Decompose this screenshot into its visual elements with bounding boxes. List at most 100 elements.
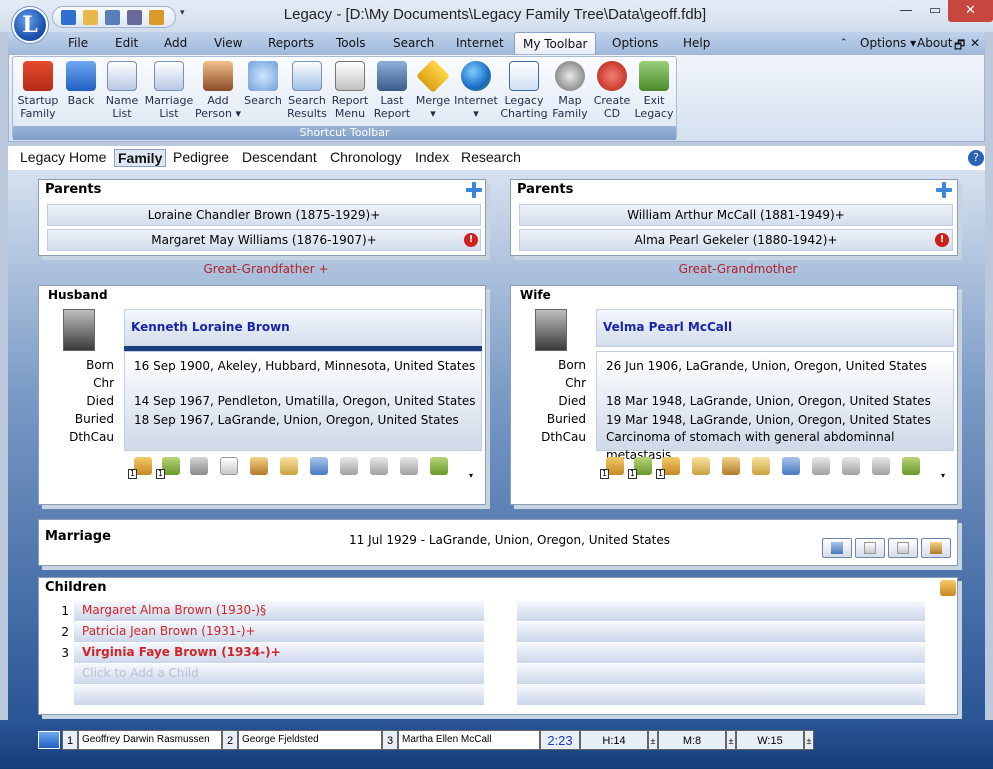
wife-buried-value: 19 Mar 1948, LaGrande, Union, Oregon, Un…	[606, 413, 931, 427]
husband-events-box[interactable]: 16 Sep 1900, Akeley, Hubbard, Minnesota,…	[124, 351, 482, 451]
minimize-button[interactable]: —	[890, 0, 922, 24]
inner-close-icon[interactable]: ✕	[970, 36, 980, 50]
menu-help[interactable]: Help	[683, 36, 710, 50]
menu-edit[interactable]: Edit	[115, 36, 138, 50]
back-button[interactable]: Back	[61, 61, 101, 125]
clock: 2:23	[540, 730, 580, 750]
pictures-icon[interactable]	[250, 457, 268, 475]
wife-events-box[interactable]: 26 Jun 1906, LaGrande, Union, Oregon, Un…	[596, 351, 954, 462]
tab-descendant[interactable]: Descendant	[239, 149, 320, 165]
tab-research[interactable]: Research	[458, 149, 524, 165]
husband-panel: Husband Kenneth Loraine Brown 16 Sep 190…	[38, 285, 486, 505]
legacy-logo-icon[interactable]: L	[12, 7, 48, 43]
map-family-button[interactable]: Map Family	[549, 61, 591, 125]
marriage-event[interactable]: 11 Jul 1929 - LaGrande, Union, Oregon, U…	[349, 533, 670, 547]
marriage-sources-button[interactable]	[822, 538, 852, 558]
last-report-button[interactable]: Last Report	[371, 61, 413, 125]
menu-add[interactable]: Add	[164, 36, 187, 50]
wife-name[interactable]: Velma Pearl McCall	[596, 309, 954, 347]
husband-died-value: 14 Sep 1967, Pendleton, Umatilla, Oregon…	[134, 394, 476, 408]
wife-photo[interactable]	[535, 309, 567, 351]
warning-icon[interactable]: !	[935, 233, 949, 247]
sources-icon[interactable]	[310, 457, 328, 475]
exit-legacy-button[interactable]: Exit Legacy	[633, 61, 675, 125]
search-button[interactable]: Search	[241, 61, 285, 125]
marriage-pictures-button[interactable]	[921, 538, 951, 558]
siblings-icon[interactable]	[190, 457, 208, 475]
tab-chronology[interactable]: Chronology	[327, 149, 405, 165]
to-do-icon[interactable]	[400, 457, 418, 475]
qat-dropdown-icon[interactable]: ▾	[180, 8, 185, 18]
children-options-icon[interactable]	[940, 580, 956, 596]
more-icons-dropdown[interactable]: ▾	[941, 471, 945, 480]
add-parents-icon[interactable]	[936, 182, 952, 198]
report-menu-button[interactable]: Report Menu	[329, 61, 371, 125]
right-options-menu[interactable]: Options ▾	[860, 36, 916, 50]
siblings-count-badge: 1	[656, 469, 666, 479]
addresses-icon[interactable]	[842, 457, 860, 475]
merge-button[interactable]: Merge ▾	[413, 59, 453, 125]
startup-family-button[interactable]: Startup Family	[15, 61, 61, 125]
person-info-icon[interactable]	[430, 457, 448, 475]
name-list-button[interactable]: Name List	[101, 61, 143, 125]
child-row-2[interactable]: Patricia Jean Brown (1931-)+	[74, 622, 484, 642]
menu-reports[interactable]: Reports	[268, 36, 314, 50]
back-icon[interactable]	[61, 10, 76, 25]
person-info-icon[interactable]	[902, 457, 920, 475]
bookmark-2[interactable]: George Fjeldsted	[238, 730, 382, 750]
addresses-icon[interactable]	[370, 457, 388, 475]
to-do-icon[interactable]	[872, 457, 890, 475]
maximize-button[interactable]: ▭	[922, 0, 948, 24]
collapse-ribbon-icon[interactable]: ⌃	[840, 38, 848, 48]
open-folder-icon[interactable]	[83, 10, 98, 25]
pictures-icon[interactable]	[722, 457, 740, 475]
menu-internet[interactable]: Internet	[456, 36, 504, 50]
menu-options[interactable]: Options	[612, 36, 658, 50]
husband-mother-row[interactable]: Margaret May Williams (1876-1907)+	[47, 229, 481, 251]
notes-icon[interactable]	[220, 457, 238, 475]
tab-index[interactable]: Index	[412, 149, 452, 165]
wife-mother-row[interactable]: Alma Pearl Gekeler (1880-1942)+	[519, 229, 953, 251]
add-child-row[interactable]: Click to Add a Child	[74, 664, 484, 684]
close-button[interactable]: ✕	[948, 0, 993, 22]
notes-icon[interactable]	[692, 457, 710, 475]
save-icon[interactable]	[127, 10, 142, 25]
events-icon[interactable]	[752, 457, 770, 475]
menu-search[interactable]: Search	[393, 36, 434, 50]
menu-my-toolbar[interactable]: My Toolbar	[514, 32, 597, 54]
legacy-charting-button[interactable]: Legacy Charting	[499, 61, 549, 125]
menu-file[interactable]: File	[68, 36, 88, 50]
husband-father-row[interactable]: Loraine Chandler Brown (1875-1929)+	[47, 204, 481, 226]
more-icons-dropdown[interactable]: ▾	[469, 471, 473, 480]
tab-family[interactable]: Family	[114, 149, 167, 167]
wife-father-row[interactable]: William Arthur McCall (1881-1949)+	[519, 204, 953, 226]
computer-icon[interactable]	[105, 10, 120, 25]
bookmark-icon[interactable]	[38, 731, 60, 749]
add-person-button[interactable]: Add Person ▾	[195, 61, 241, 125]
search-results-button[interactable]: Search Results	[285, 61, 329, 125]
menu-view[interactable]: View	[214, 36, 242, 50]
exit-icon[interactable]	[149, 10, 164, 25]
marriage-notes-button[interactable]	[855, 538, 885, 558]
events-icon[interactable]	[280, 457, 298, 475]
tab-pedigree[interactable]: Pedigree	[170, 149, 232, 165]
child-row-1[interactable]: Margaret Alma Brown (1930-)§	[74, 601, 484, 621]
right-about-menu[interactable]: About	[917, 36, 952, 50]
internet-button[interactable]: Internet ▾	[453, 61, 499, 125]
sources-icon[interactable]	[782, 457, 800, 475]
associations-icon[interactable]	[812, 457, 830, 475]
husband-name[interactable]: Kenneth Loraine Brown	[124, 309, 482, 347]
help-icon[interactable]: ?	[968, 150, 984, 166]
associations-icon[interactable]	[340, 457, 358, 475]
marriage-page-button[interactable]	[888, 538, 918, 558]
bookmark-3[interactable]: Martha Ellen McCall	[398, 730, 540, 750]
marriage-list-button[interactable]: Marriage List	[143, 61, 195, 125]
tab-legacy-home[interactable]: Legacy Home	[17, 149, 109, 165]
husband-photo[interactable]	[63, 309, 95, 351]
add-parents-icon[interactable]	[466, 182, 482, 198]
create-cd-button[interactable]: Create CD	[591, 61, 633, 125]
bookmark-1[interactable]: Geoffrey Darwin Rasmussen	[78, 730, 222, 750]
child-row-3[interactable]: Virginia Faye Brown (1934-)+	[74, 643, 484, 663]
menu-tools[interactable]: Tools	[336, 36, 366, 50]
warning-icon[interactable]: !	[464, 233, 478, 247]
